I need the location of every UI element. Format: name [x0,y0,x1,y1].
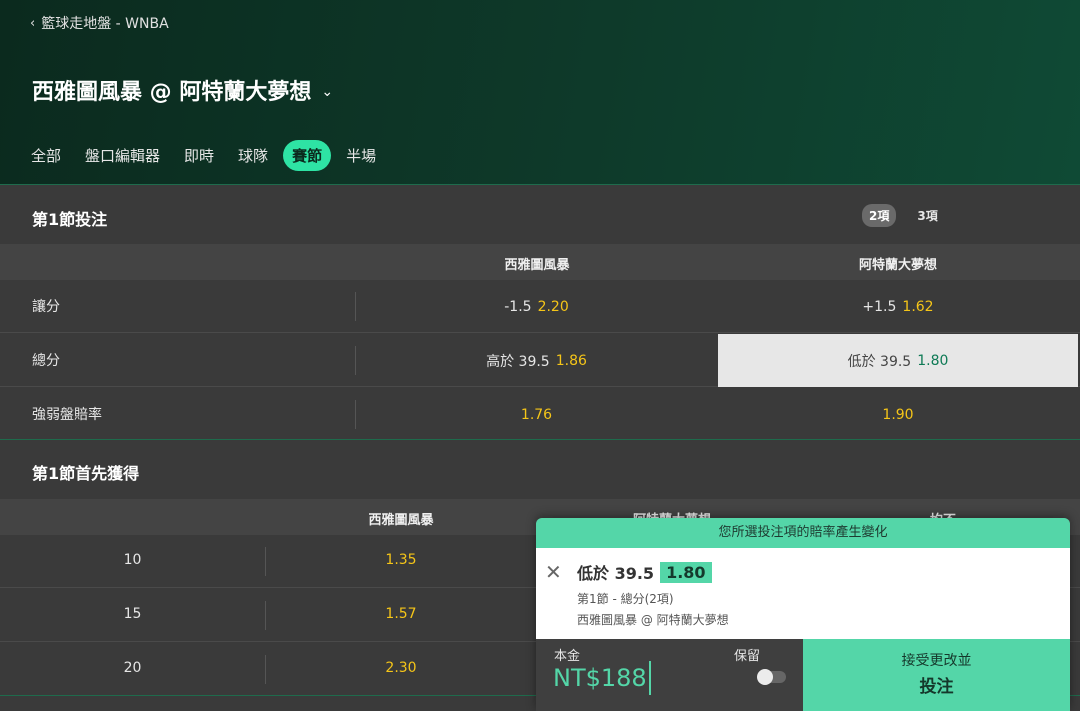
market-label: 總分 [32,353,60,369]
market-row-spread: 讓分 -1.5 2.20 +1.5 1.62 [0,280,1080,333]
stake-bar: 本金 NT$188 保留 接受更改並 投注 [536,639,1070,711]
section-title: 第1節首先獲得 [32,464,140,483]
line-value: +1.5 [862,298,897,315]
chevron-left-icon[interactable]: ‹ [30,16,35,31]
market-tabs: 全部 盤口編輯器 即時 球隊 賽節 半場 [22,140,385,171]
odds-value: 1.86 [555,352,587,369]
stake-value[interactable]: NT$188 [553,664,647,692]
column-header: 西雅圖風暴 阿特蘭大夢想 [0,244,1080,280]
odds-button-home[interactable]: 1.57 [266,606,536,622]
close-icon[interactable]: ✕ [545,560,562,584]
odds-value: 1.90 [882,406,914,423]
breadcrumb[interactable]: ‹ 籃球走地盤 - WNBA [30,13,169,33]
toggle-knob [757,669,773,685]
tab-bet-builder[interactable]: 盤口編輯器 [76,140,169,171]
selection-market: 第1節 - 總分(2項) [577,592,674,606]
place-label: 投注 [919,677,954,697]
odds-button-away-spread[interactable]: +1.5 1.62 [718,280,1078,333]
line-value: 高於 39.5 [486,353,550,370]
way-3[interactable]: 3項 [910,204,944,227]
breadcrumb-label[interactable]: 籃球走地盤 - WNBA [41,13,168,33]
keep-toggle[interactable] [757,669,786,685]
odds-changed-banner: 您所選投注項的賠率產生變化 [536,518,1070,548]
tab-teams[interactable]: 球隊 [229,140,277,171]
odds-button-home[interactable]: 1.35 [266,552,536,568]
column-home: 西雅圖風暴 [368,513,434,528]
market-row-moneyline: 強弱盤賠率 1.76 1.90 [0,388,1080,441]
section-q1-bets: 第1節投注 2項 3項 [0,186,1080,244]
odds-value: 1.76 [520,406,553,423]
match-title[interactable]: 西雅圖風暴 @ 阿特蘭大夢想 ⌄ [32,74,333,106]
tab-all[interactable]: 全部 [22,140,70,171]
market-label: 強弱盤賠率 [32,407,102,423]
odds-button-over[interactable]: 高於 39.5 1.86 [356,334,717,387]
event-header: ‹ 籃球走地盤 - WNBA 西雅圖風暴 @ 阿特蘭大夢想 ⌄ 全部 盤口編輯器… [0,0,1080,185]
chevron-down-icon[interactable]: ⌄ [321,84,333,100]
bet-slip: 您所選投注項的賠率產生變化 ✕ 低於 39.5 1.80 第1節 - 總分(2項… [536,518,1070,711]
tab-live[interactable]: 即時 [175,140,223,171]
text-caret [648,661,651,695]
way-2[interactable]: 2項 [862,204,897,227]
line-value: 低於 39.5 [847,353,912,370]
points-label: 20 [123,660,142,676]
odds-button-home-spread[interactable]: -1.5 2.20 [356,280,717,333]
section-q1-first-to: 第1節首先獲得 [0,440,1080,498]
line-value: -1.5 [504,298,532,315]
accept-and-place-bet-button[interactable]: 接受更改並 投注 [803,639,1070,711]
stake-input[interactable]: NT$188 [553,661,651,695]
selection-event: 西雅圖風暴 @ 阿特蘭大夢想 [577,613,729,627]
selection-row: 低於 39.5 1.80 [577,560,712,584]
odds-value: 1.80 [917,352,949,369]
odds-button-under-selected[interactable]: 低於 39.5 1.80 [718,334,1078,387]
tab-quarters[interactable]: 賽節 [283,140,332,171]
keep-label: 保留 [734,649,761,664]
column-home: 西雅圖風暴 [504,258,570,273]
points-label: 15 [123,606,142,622]
odds-button-home[interactable]: 2.30 [266,660,536,676]
market-row-total: 總分 高於 39.5 1.86 低於 39.5 1.80 [0,334,1080,387]
odds-value: 1.62 [902,298,934,315]
match-title-text[interactable]: 西雅圖風暴 @ 阿特蘭大夢想 [32,74,311,106]
odds-value: 2.20 [537,298,569,315]
accept-label: 接受更改並 [901,653,972,669]
bet-slip-selection: ✕ 低於 39.5 1.80 第1節 - 總分(2項) 西雅圖風暴 @ 阿特蘭大… [536,548,1070,639]
selection-name: 低於 39.5 [577,564,655,583]
tab-half[interactable]: 半場 [337,140,385,171]
odds-button-away-moneyline[interactable]: 1.90 [718,388,1078,441]
section-title: 第1節投注 [32,210,108,229]
selection-odds: 1.80 [660,561,712,583]
market-label: 讓分 [32,299,60,315]
column-away: 阿特蘭大夢想 [858,258,938,273]
points-label: 10 [123,552,142,568]
way-toggle: 2項 3項 [862,204,945,227]
odds-button-home-moneyline[interactable]: 1.76 [356,388,717,441]
